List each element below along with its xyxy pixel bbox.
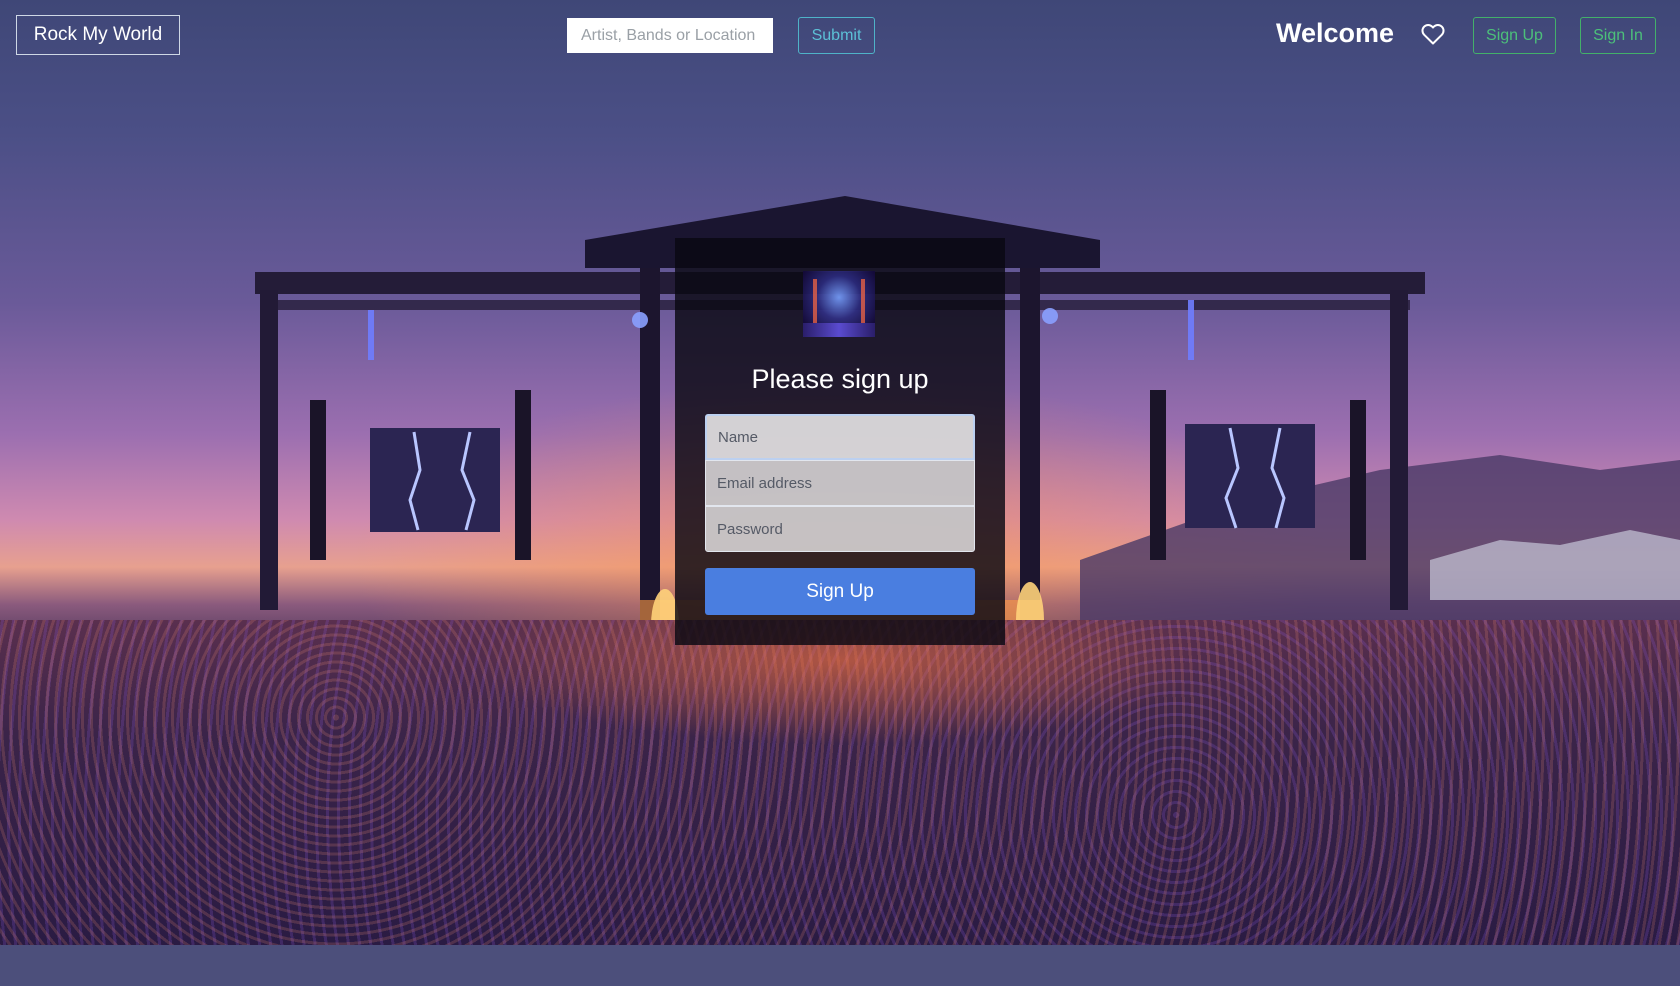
email-field[interactable] [705, 460, 975, 506]
welcome-text: Welcome [1276, 18, 1395, 48]
sign-up-submit-button[interactable]: Sign Up [705, 568, 975, 615]
heart-icon[interactable] [1421, 23, 1445, 45]
password-field[interactable] [705, 506, 975, 552]
name-field[interactable] [705, 414, 975, 460]
signup-logo-image [803, 271, 875, 337]
signup-title: Please sign up [751, 364, 929, 394]
signup-card: Please sign up Sign Up [675, 238, 1005, 645]
sign-up-nav-button[interactable]: Sign Up [1473, 17, 1556, 54]
search-submit-button[interactable]: Submit [798, 17, 875, 54]
footer-strip [0, 945, 1680, 986]
crowd [0, 620, 1680, 945]
sign-in-nav-button[interactable]: Sign In [1580, 17, 1656, 54]
search-input[interactable] [567, 18, 773, 53]
page: Rock My World Submit Welcome Sign Up Sig… [0, 0, 1680, 986]
brand-logo-link[interactable]: Rock My World [16, 15, 180, 55]
